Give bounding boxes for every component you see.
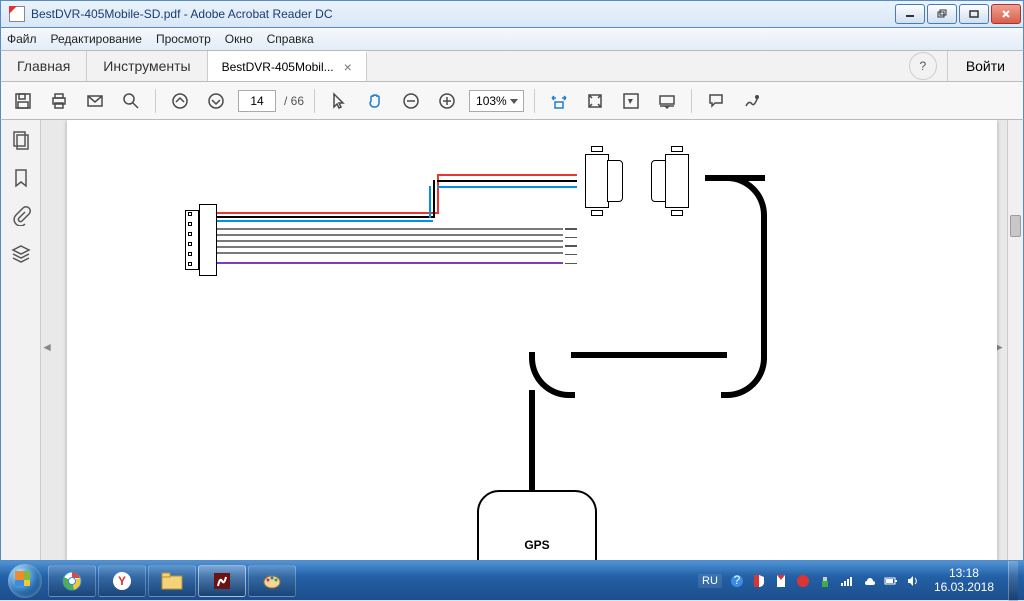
taskbar: Y RU ? 13:18 16.03.2018 xyxy=(0,560,1024,600)
print-icon[interactable] xyxy=(45,87,73,115)
window-title: BestDVR-405Mobile-SD.pdf - Adobe Acrobat… xyxy=(31,7,895,21)
taskbar-paint[interactable] xyxy=(248,565,296,597)
action-center-icon[interactable] xyxy=(774,574,788,588)
vertical-scrollbar[interactable] xyxy=(1007,120,1023,560)
menu-bar: Файл Редактирование Просмотр Окно Справк… xyxy=(0,28,1024,50)
taskbar-explorer[interactable] xyxy=(148,565,196,597)
menu-window[interactable]: Окно xyxy=(225,32,253,46)
clock-date: 16.03.2018 xyxy=(934,581,994,594)
menu-edit[interactable]: Редактирование xyxy=(51,32,142,46)
close-tab-icon[interactable]: × xyxy=(344,59,352,75)
taskbar-chrome[interactable] xyxy=(48,565,96,597)
page-up-icon[interactable] xyxy=(166,87,194,115)
attachments-icon[interactable] xyxy=(11,206,31,226)
comment-icon[interactable] xyxy=(702,87,730,115)
search-icon[interactable] xyxy=(117,87,145,115)
security-tray-icon[interactable] xyxy=(752,574,766,588)
scrollbar-thumb[interactable] xyxy=(1010,215,1021,237)
clock-time: 13:18 xyxy=(934,567,994,580)
zoom-value: 103% xyxy=(476,94,507,108)
zoom-in-icon[interactable] xyxy=(433,87,461,115)
tray-generic-icon[interactable] xyxy=(796,574,810,588)
hand-tool-icon[interactable] xyxy=(361,87,389,115)
windows-orb-icon xyxy=(8,564,42,598)
app-icon xyxy=(9,6,25,22)
fit-width-icon[interactable] xyxy=(545,87,573,115)
page-count-label: / 66 xyxy=(284,94,304,108)
document-viewport[interactable]: ◄ ► xyxy=(41,120,1023,560)
fit-page-icon[interactable] xyxy=(581,87,609,115)
login-button[interactable]: Войти xyxy=(947,51,1023,81)
layers-icon[interactable] xyxy=(11,244,31,264)
maximize-button[interactable] xyxy=(959,4,989,24)
thumbnails-icon[interactable] xyxy=(11,130,31,150)
save-icon[interactable] xyxy=(9,87,37,115)
bookmarks-icon[interactable] xyxy=(11,168,31,188)
side-panel xyxy=(1,120,41,560)
close-button[interactable] xyxy=(991,4,1021,24)
restore-button[interactable] xyxy=(927,4,957,24)
diagram: GPS xyxy=(67,120,997,560)
tab-tools[interactable]: Инструменты xyxy=(87,51,207,81)
toolbar: / 66 103% xyxy=(0,82,1024,120)
help-button[interactable]: ? xyxy=(909,52,937,80)
page-number-input[interactable] xyxy=(238,90,276,112)
language-indicator[interactable]: RU xyxy=(698,574,722,588)
tab-home[interactable]: Главная xyxy=(1,51,87,81)
menu-help[interactable]: Справка xyxy=(267,32,314,46)
document-tab-label: BestDVR-405Mobil... xyxy=(222,60,334,74)
menu-view[interactable]: Просмотр xyxy=(156,32,211,46)
start-button[interactable] xyxy=(4,561,46,601)
onedrive-tray-icon[interactable] xyxy=(862,574,876,588)
top-bar: Главная Инструменты BestDVR-405Mobil... … xyxy=(0,50,1024,82)
battery-tray-icon[interactable] xyxy=(884,574,898,588)
system-tray: RU ? 13:18 16.03.2018 xyxy=(696,561,1020,601)
mail-icon[interactable] xyxy=(81,87,109,115)
zoom-select[interactable]: 103% xyxy=(469,90,524,112)
taskbar-yandex[interactable]: Y xyxy=(98,565,146,597)
db9-female-icon xyxy=(647,148,707,214)
gps-label: GPS xyxy=(524,538,549,552)
select-tool-icon[interactable] xyxy=(325,87,353,115)
usb-tray-icon[interactable] xyxy=(818,574,832,588)
show-desktop-button[interactable] xyxy=(1008,561,1018,601)
read-mode-icon[interactable] xyxy=(653,87,681,115)
svg-text:?: ? xyxy=(734,574,741,587)
taskbar-acrobat[interactable] xyxy=(198,565,246,597)
clock[interactable]: 13:18 16.03.2018 xyxy=(928,567,1000,593)
network-tray-icon[interactable] xyxy=(840,574,854,588)
pdf-page: GPS xyxy=(67,120,997,560)
sign-icon[interactable] xyxy=(738,87,766,115)
document-tab[interactable]: BestDVR-405Mobil... × xyxy=(208,51,367,81)
fullscreen-icon[interactable] xyxy=(617,87,645,115)
menu-file[interactable]: Файл xyxy=(7,32,37,46)
svg-text:Y: Y xyxy=(118,574,126,588)
help-tray-icon[interactable]: ? xyxy=(730,574,744,588)
minimize-button[interactable] xyxy=(895,4,925,24)
zoom-out-icon[interactable] xyxy=(397,87,425,115)
window-titlebar: BestDVR-405Mobile-SD.pdf - Adobe Acrobat… xyxy=(0,0,1024,28)
db9-male-icon xyxy=(567,148,627,214)
gps-module: GPS xyxy=(477,490,597,560)
prev-page-arrow[interactable]: ◄ xyxy=(43,340,51,354)
page-down-icon[interactable] xyxy=(202,87,230,115)
volume-tray-icon[interactable] xyxy=(906,574,920,588)
